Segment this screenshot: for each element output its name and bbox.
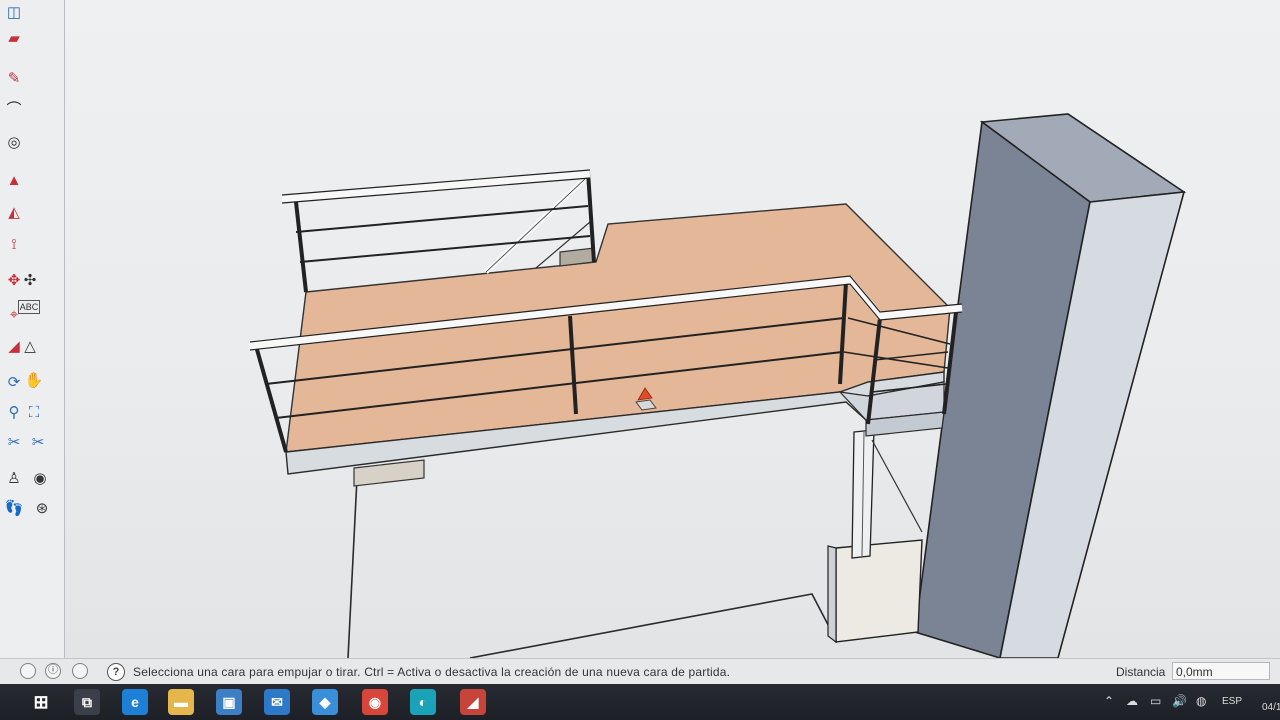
task-view-icon[interactable]: ⧉ <box>74 689 100 715</box>
credits-icon[interactable]: ⓘ <box>45 663 61 679</box>
onedrive-icon[interactable]: ☁ <box>1126 694 1138 708</box>
volume-icon[interactable]: 🔊 <box>1172 694 1187 708</box>
eraser-icon[interactable]: ▰ <box>2 26 26 50</box>
windows-start-icon[interactable]: ⊞ <box>28 689 54 715</box>
mezzanine-3d-model[interactable] <box>0 0 1280 658</box>
ground-line-left <box>347 477 358 658</box>
edge-legacy-icon[interactable]: e <box>122 689 148 715</box>
measurements-input[interactable]: 0,0mm <box>1172 662 1270 680</box>
previous-view-icon[interactable]: ✂ <box>2 430 26 454</box>
axes-icon[interactable]: △ <box>18 334 42 358</box>
next-view-icon[interactable]: ✂ <box>26 430 50 454</box>
sketchup-icon[interactable]: ◢ <box>460 689 486 715</box>
offset-icon[interactable]: ⟟ <box>2 232 26 256</box>
measurements-label: Distancia <box>1116 665 1166 679</box>
clock-date[interactable]: 04/1 <box>1262 702 1280 713</box>
brace <box>871 439 923 533</box>
file-explorer-icon[interactable]: ▬ <box>168 689 194 715</box>
pan-hand-icon[interactable]: ✋ <box>22 368 46 392</box>
status-message: Selecciona una cara para empujar o tirar… <box>133 665 731 679</box>
look-around-icon[interactable]: ◉ <box>28 466 52 490</box>
chrome-icon[interactable]: ◉ <box>362 689 388 715</box>
tool-palette: ◫ ▰ ✎ ⌒ ◎ ▲ ◭ ⟟ ✥ ✣ ⌖ ABC ◢ △ ⟳ ✋ ⚲ ⛶ ✂ … <box>0 0 65 658</box>
zoom-extents-icon[interactable]: ⛶ <box>22 400 46 424</box>
section-plane-icon[interactable]: ⊛ <box>30 496 54 520</box>
scale-icon[interactable]: ✣ <box>18 268 42 292</box>
position-camera-icon[interactable]: ♙ <box>2 466 26 490</box>
pencil-icon[interactable]: ✎ <box>2 66 26 90</box>
help-icon[interactable]: ? <box>107 663 125 681</box>
show-hidden-icons-icon[interactable]: ⌃ <box>1104 694 1114 708</box>
follow-me-icon[interactable]: ◭ <box>2 200 26 224</box>
base-block-front <box>835 539 923 643</box>
text-icon[interactable]: ABC <box>18 300 40 314</box>
base-block-side <box>827 545 837 644</box>
battery-icon[interactable]: ▭ <box>1150 694 1161 708</box>
paint-bucket-icon[interactable]: ◫ <box>2 0 26 24</box>
store-icon[interactable]: ▣ <box>216 689 242 715</box>
input-language[interactable]: ESP <box>1222 696 1242 707</box>
network-icon[interactable]: ◍ <box>1196 694 1206 708</box>
status-bar: ⓘ ? Selecciona una cara para empujar o t… <box>0 658 1280 685</box>
windows-taskbar: ⊞ ⧉ e ▬ ▣ ✉ ◆ ◉ ◐ ◢ ⌃ ☁ ▭ 🔊 ◍ ESP 04/1 <box>0 684 1280 720</box>
arc-icon[interactable]: ⌒ <box>2 96 26 120</box>
model-viewport[interactable]: ◫ ▰ ✎ ⌒ ◎ ▲ ◭ ⟟ ✥ ✣ ⌖ ABC ◢ △ ⟳ ✋ ⚲ ⛶ ✂ … <box>0 0 1280 658</box>
walk-icon[interactable]: 👣 <box>2 496 26 520</box>
geo-location-icon[interactable] <box>20 663 36 679</box>
ground-line-back <box>469 593 837 658</box>
rotated-rectangle-icon[interactable]: ◎ <box>2 130 26 154</box>
user-icon[interactable] <box>72 663 88 679</box>
mail-icon[interactable]: ✉ <box>264 689 290 715</box>
push-pull-icon[interactable]: ▲ <box>2 168 26 192</box>
edge-icon[interactable]: ◐ <box>410 689 436 715</box>
photos-icon[interactable]: ◆ <box>312 689 338 715</box>
